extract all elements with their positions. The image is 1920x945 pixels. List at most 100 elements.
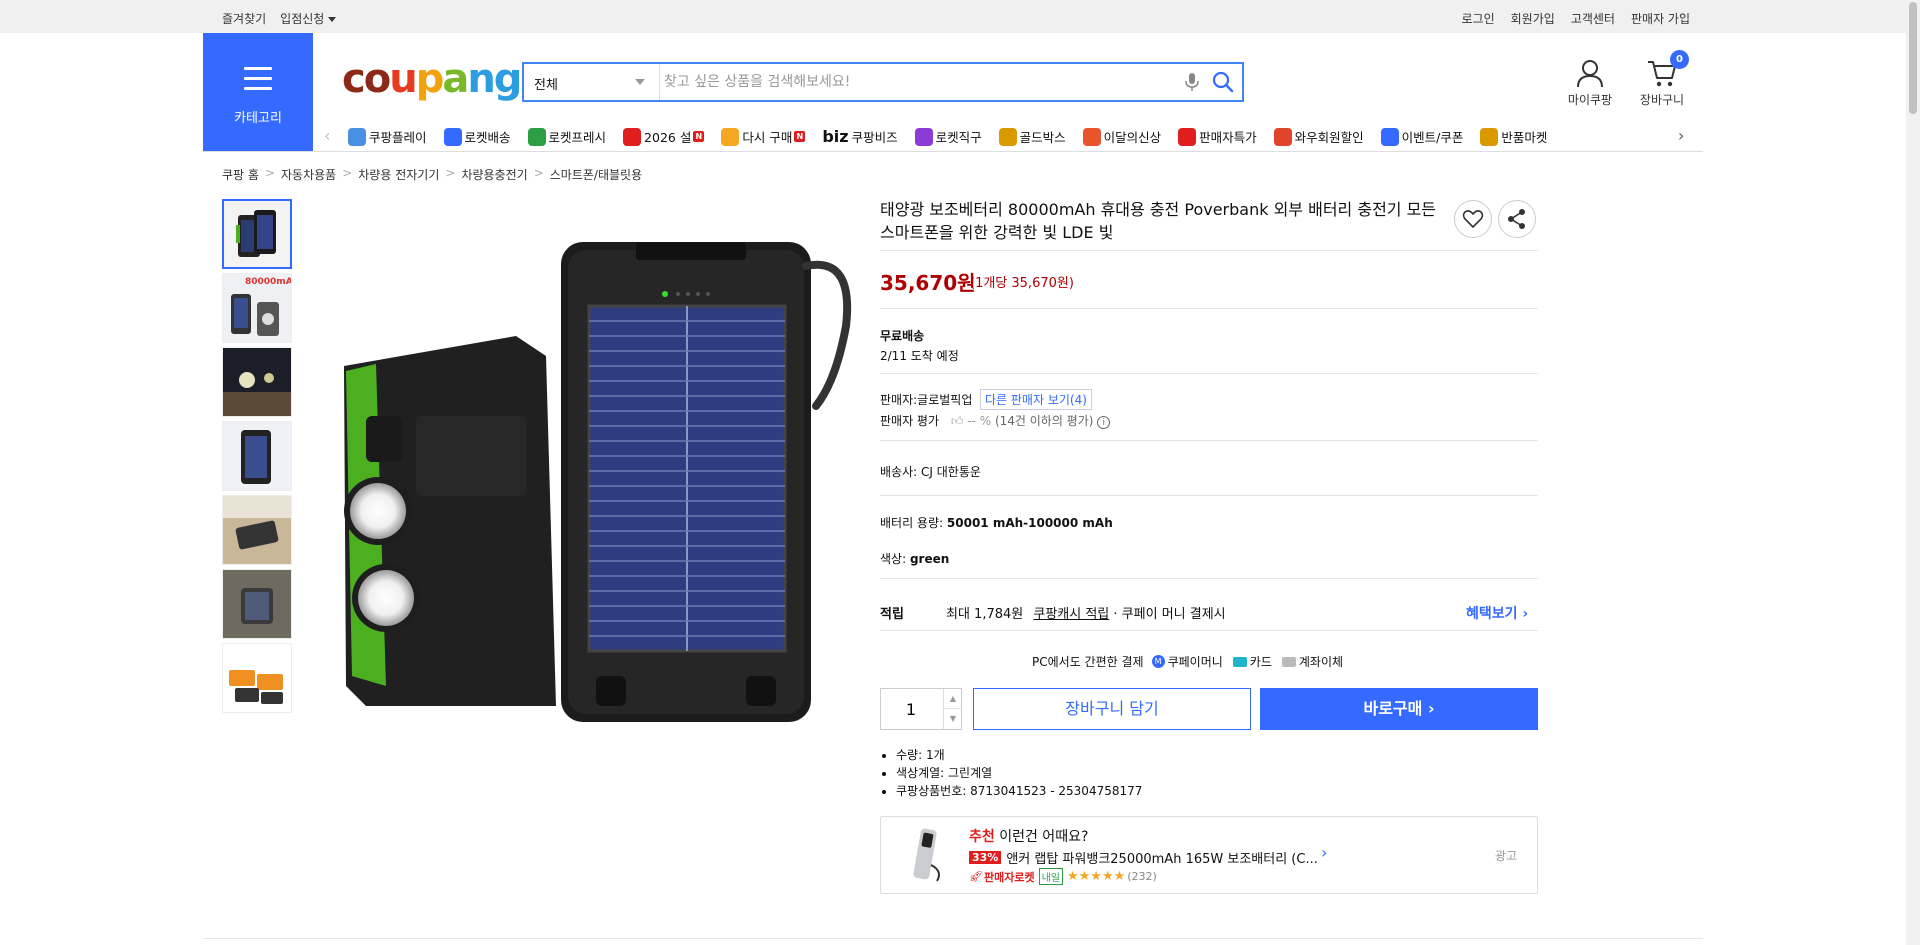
- category-button[interactable]: 카테고리: [203, 33, 313, 151]
- search-input[interactable]: [664, 64, 1164, 100]
- thumbnail-2[interactable]: 80000mAh: [222, 273, 292, 343]
- seller-name[interactable]: 글로벌픽업: [917, 393, 972, 407]
- pay-method-coupay: 쿠페이머니: [1167, 655, 1223, 669]
- seller-label: 판매자:: [880, 393, 918, 407]
- nav-item[interactable]: 이벤트/쿠폰: [1380, 127, 1464, 146]
- my-coupang-button[interactable]: 마이쿠팡: [1565, 58, 1615, 108]
- seller-rating-row: 판매자 평가 👍︎ -- % (14건 이하의 평가) i: [880, 412, 1111, 429]
- other-seller-button[interactable]: 다른 판매자 보기(4): [980, 389, 1092, 410]
- user-icon: [1577, 60, 1603, 88]
- caret-down-icon: [328, 17, 337, 22]
- scrollbar-thumb[interactable]: [1909, 2, 1917, 114]
- product-price: 35,670원: [880, 271, 976, 295]
- reward-row: 최대 1,784원 쿠팡캐시 적립 · 쿠페이 머니 결제시: [946, 603, 1226, 622]
- add-to-cart-button[interactable]: 장바구니 담기: [973, 688, 1251, 730]
- nav-item[interactable]: 이달의신상: [1082, 127, 1161, 146]
- recommend-product-image: [913, 828, 940, 882]
- wishlist-button[interactable]: [1454, 200, 1492, 238]
- cart-button[interactable]: 0 장바구니: [1636, 50, 1689, 108]
- divider: [880, 308, 1538, 309]
- bank-icon: [1281, 656, 1296, 667]
- new-badge: N: [794, 131, 806, 142]
- nav-item[interactable]: 판매자특가: [1178, 127, 1257, 146]
- quantity-up-icon[interactable]: ▲: [943, 689, 962, 709]
- search-bar: 전체: [522, 62, 1244, 102]
- discount-badge: 33%: [969, 851, 1002, 864]
- reward-desc: · 쿠페이 머니 결제시: [1113, 607, 1226, 622]
- benefit-link[interactable]: 혜택보기 ›: [1466, 603, 1528, 623]
- chevron-right-icon[interactable]: ›: [1321, 843, 1327, 862]
- page-scrollbar[interactable]: [1906, 0, 1920, 945]
- buy-now-label: 바로구매: [1363, 699, 1423, 718]
- nav-item[interactable]: 로켓직구: [914, 127, 982, 146]
- nav-item[interactable]: 로켓프레시: [527, 127, 607, 146]
- nav-next-icon[interactable]: ›: [1678, 126, 1684, 145]
- thumbnail-list: 80000mAh: [222, 199, 294, 717]
- return-market-icon: [1480, 127, 1499, 146]
- recommend-head-text: 이런건 어때요?: [999, 829, 1089, 845]
- recommend-ad-box[interactable]: 추천 이런건 어때요? 33% 앤커 랩탑 파워뱅크25000mAh 165W …: [880, 816, 1538, 894]
- nav-item-label: 이벤트/쿠폰: [1401, 130, 1464, 145]
- breadcrumb-item[interactable]: 스마트폰/태블릿용: [550, 166, 642, 183]
- breadcrumb-item[interactable]: 차량용 전자기기: [358, 166, 439, 183]
- breadcrumb-item[interactable]: 자동차용품: [281, 166, 336, 183]
- recommend-product-name[interactable]: 앤커 랩탑 파워뱅크25000mAh 165W 보조배터리 (C...: [1006, 848, 1318, 867]
- easy-pay-row: PC에서도 간편한 결제 M 쿠페이머니 카드 계좌이체: [1032, 653, 1343, 670]
- search-category-select[interactable]: 전체: [524, 64, 660, 100]
- courier-name: CJ 대한통운: [921, 465, 981, 479]
- color-option: 색상: green: [880, 550, 949, 567]
- section-divider: [203, 938, 1703, 939]
- spec-item: 수량: 1개: [896, 746, 1142, 764]
- quantity-input[interactable]: [881, 689, 941, 729]
- nav-item[interactable]: 쿠팡플레이: [348, 127, 427, 146]
- category-nav-bar: ‹ 쿠팡플레이 로켓배송 로켓프레시 2026 설 N 다시 구매 N biz 쿠팡비즈 로켓직구…: [318, 122, 1700, 150]
- nav-item-label: 와우회원할인: [1294, 130, 1364, 145]
- biz-icon: biz: [822, 127, 849, 146]
- card-icon: [1232, 656, 1247, 667]
- nav-item[interactable]: 로켓배송: [443, 127, 511, 146]
- breadcrumb-separator-icon: >: [264, 166, 275, 180]
- share-button[interactable]: [1498, 200, 1536, 238]
- thumbnail-7[interactable]: [222, 643, 292, 713]
- nav-item[interactable]: 반품마켓: [1480, 127, 1547, 146]
- wow-icon: [1273, 127, 1292, 146]
- nav-item-label: 쿠팡플레이: [369, 130, 427, 145]
- nav-item[interactable]: 와우회원할인: [1273, 127, 1364, 146]
- thumbnail-1[interactable]: [222, 199, 292, 269]
- nav-item[interactable]: 골드박스: [998, 127, 1066, 146]
- nav-item-label: 판매자특가: [1199, 130, 1257, 145]
- breadcrumb-item[interactable]: 쿠팡 홈: [222, 166, 259, 183]
- thumbnail-5[interactable]: [222, 495, 292, 565]
- new-icon: [1082, 127, 1101, 146]
- reward-amount: 최대 1,784원: [946, 607, 1024, 622]
- main-product-image[interactable]: [306, 206, 866, 746]
- coupang-logo[interactable]: coupang: [342, 56, 522, 102]
- buy-now-button[interactable]: 바로구매 ›: [1260, 688, 1538, 730]
- top-utility-bar: 즐겨찾기 입점신청 로그인 회원가입 고객센터 판매자 가입: [0, 0, 1906, 33]
- nav-item-label: 로켓배송: [464, 130, 511, 145]
- login-link[interactable]: 로그인: [1462, 10, 1495, 27]
- nav-item-label: 로켓프레시: [548, 130, 607, 145]
- divider: [880, 630, 1538, 631]
- divider: [880, 440, 1538, 441]
- category-nav-items: 쿠팡플레이 로켓배송 로켓프레시 2026 설 N 다시 구매 N biz 쿠팡비즈 로켓직구 골드…: [348, 127, 1564, 146]
- signup-link[interactable]: 회원가입: [1511, 10, 1555, 27]
- nav-prev-icon[interactable]: ‹: [324, 126, 330, 145]
- seller-signup-link[interactable]: 판매자 가입: [1631, 10, 1690, 27]
- coupang-cash-link[interactable]: 쿠팡캐시 적립: [1033, 607, 1109, 622]
- customer-center-link[interactable]: 고객센터: [1571, 10, 1615, 27]
- quantity-down-icon[interactable]: ▼: [943, 709, 962, 729]
- seller-row: 판매자:글로벌픽업: [880, 391, 972, 408]
- search-icon[interactable]: [1212, 71, 1234, 93]
- nav-item[interactable]: 2026 설N: [623, 127, 705, 146]
- microphone-icon[interactable]: [1184, 72, 1200, 92]
- nav-item[interactable]: 다시 구매 N: [721, 127, 806, 146]
- thumbnail-4[interactable]: [222, 421, 292, 491]
- breadcrumb-item[interactable]: 차량용충전기: [461, 166, 527, 183]
- thumbnail-6[interactable]: [222, 569, 292, 639]
- nav-item[interactable]: biz 쿠팡비즈: [822, 127, 897, 146]
- bookmark-link[interactable]: 즐겨찾기: [222, 10, 266, 27]
- thumbnail-3[interactable]: [222, 347, 292, 417]
- info-icon[interactable]: i: [1097, 416, 1111, 429]
- seller-apply-link[interactable]: 입점신청: [280, 10, 337, 27]
